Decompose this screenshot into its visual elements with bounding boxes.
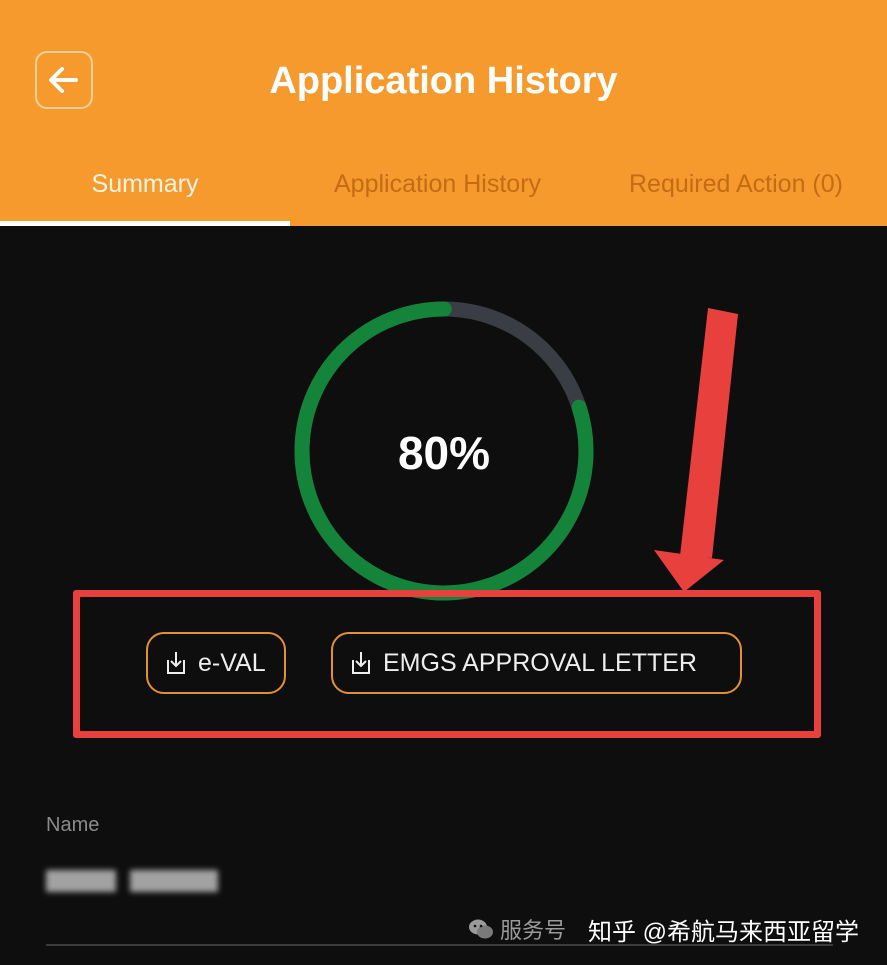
name-value-redacted: [46, 866, 220, 894]
progress-percent: 80%: [397, 427, 491, 479]
emgs-approval-letter-button[interactable]: EMGS APPROVAL LETTER: [331, 632, 742, 694]
wechat-logo-icon: [469, 919, 493, 939]
watermark: 服务号 知乎 @希航马来西亚留学: [468, 909, 859, 949]
download-icon: [167, 652, 185, 674]
watermark-main-text: 知乎 @希航马来西亚留学: [588, 918, 860, 946]
tab-summary[interactable]: Summary: [0, 150, 290, 226]
eval-download-button[interactable]: e-VAL: [146, 632, 286, 694]
emgs-button-label: EMGS APPROVAL LETTER: [383, 648, 697, 677]
tab-application-history[interactable]: Application History: [290, 150, 585, 226]
page-title: Application History: [269, 60, 618, 102]
annotation-arrow: [654, 308, 738, 592]
name-label: Name: [46, 814, 100, 836]
tab-bar: Summary Application History Required Act…: [0, 150, 887, 226]
watermark-service-text: 服务号: [500, 918, 567, 943]
download-icon: [352, 652, 370, 674]
tab-required-action[interactable]: Required Action (0): [585, 150, 887, 226]
active-tab-indicator: [0, 221, 290, 226]
app-header: Application History Summary Application …: [0, 0, 887, 226]
eval-button-label: e-VAL: [198, 648, 266, 677]
